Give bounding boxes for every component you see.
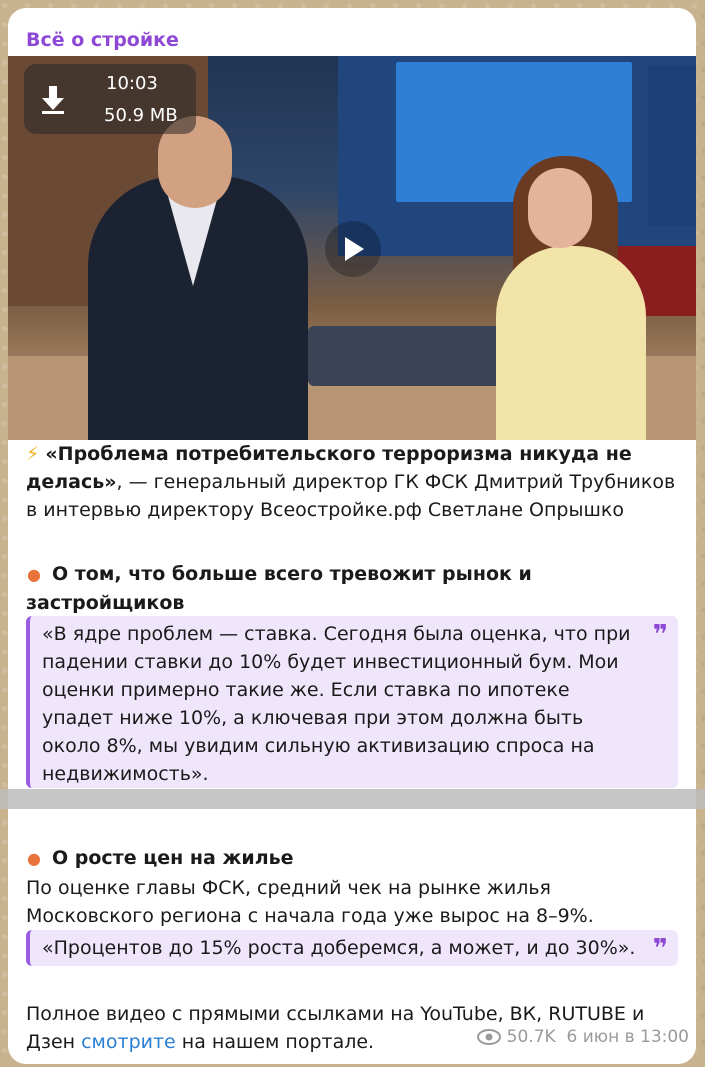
views-count: 50.7K xyxy=(506,1027,556,1047)
quote-block-2: «Процентов до 15% роста доберемся, а мож… xyxy=(26,930,678,966)
video-thumbnail[interactable]: 10:03 50.9 MB xyxy=(8,56,696,440)
message-bubble: Всё о стройке 10:03 50.9 MB ⚡ «Проблема … xyxy=(8,8,696,1064)
footer-post: на нашем портале. xyxy=(175,1031,375,1053)
message-meta: 50.7K 6 июн в 13:00 xyxy=(476,1027,689,1047)
section2-title-row: ● О росте цен на жилье xyxy=(26,844,686,873)
channel-name[interactable]: Всё о стройке xyxy=(26,29,179,51)
section1-title: О том, что больше всего тревожит рынок и… xyxy=(26,563,532,614)
headline-rest: , — генеральный директор ГК ФСК Дмитрий … xyxy=(26,471,676,521)
quote-1-text: «В ядре проблем — ставка. Сегодня была о… xyxy=(42,623,631,785)
quote-mark-icon: ❞ xyxy=(652,620,668,650)
play-button[interactable] xyxy=(325,221,381,277)
video-download-panel[interactable]: 10:03 50.9 MB xyxy=(24,64,196,134)
scene-chairs xyxy=(308,326,518,386)
lightning-icon: ⚡ xyxy=(26,443,40,465)
quote-2-text: «Процентов до 15% роста доберемся, а мож… xyxy=(42,937,636,959)
video-duration: 10:03 xyxy=(106,73,158,94)
play-icon xyxy=(345,237,364,261)
section1-title-row: ● О том, что больше всего тревожит рынок … xyxy=(26,560,586,617)
post-headline: ⚡ «Проблема потребительского терроризма … xyxy=(26,440,686,524)
bullet-icon: ● xyxy=(27,849,41,868)
quote-block-1: «В ядре проблем — ставка. Сегодня была о… xyxy=(26,616,678,788)
section2-text: По оценке главы ФСК, средний чек на рынк… xyxy=(26,877,594,927)
scene-woman xyxy=(496,246,646,440)
bullet-icon: ● xyxy=(27,565,41,584)
quote-mark-icon: ❞ xyxy=(652,934,668,964)
scene-banner xyxy=(648,66,696,226)
watch-link[interactable]: смотрите xyxy=(81,1031,176,1053)
scroll-divider xyxy=(0,789,705,809)
post-date: 6 июн в 13:00 xyxy=(566,1027,689,1047)
eye-icon xyxy=(476,1029,501,1045)
video-size: 50.9 MB xyxy=(104,105,178,126)
section2-title: О росте цен на жилье xyxy=(52,847,294,869)
scene-woman-face xyxy=(528,168,592,248)
download-arrow-icon[interactable] xyxy=(34,80,72,118)
